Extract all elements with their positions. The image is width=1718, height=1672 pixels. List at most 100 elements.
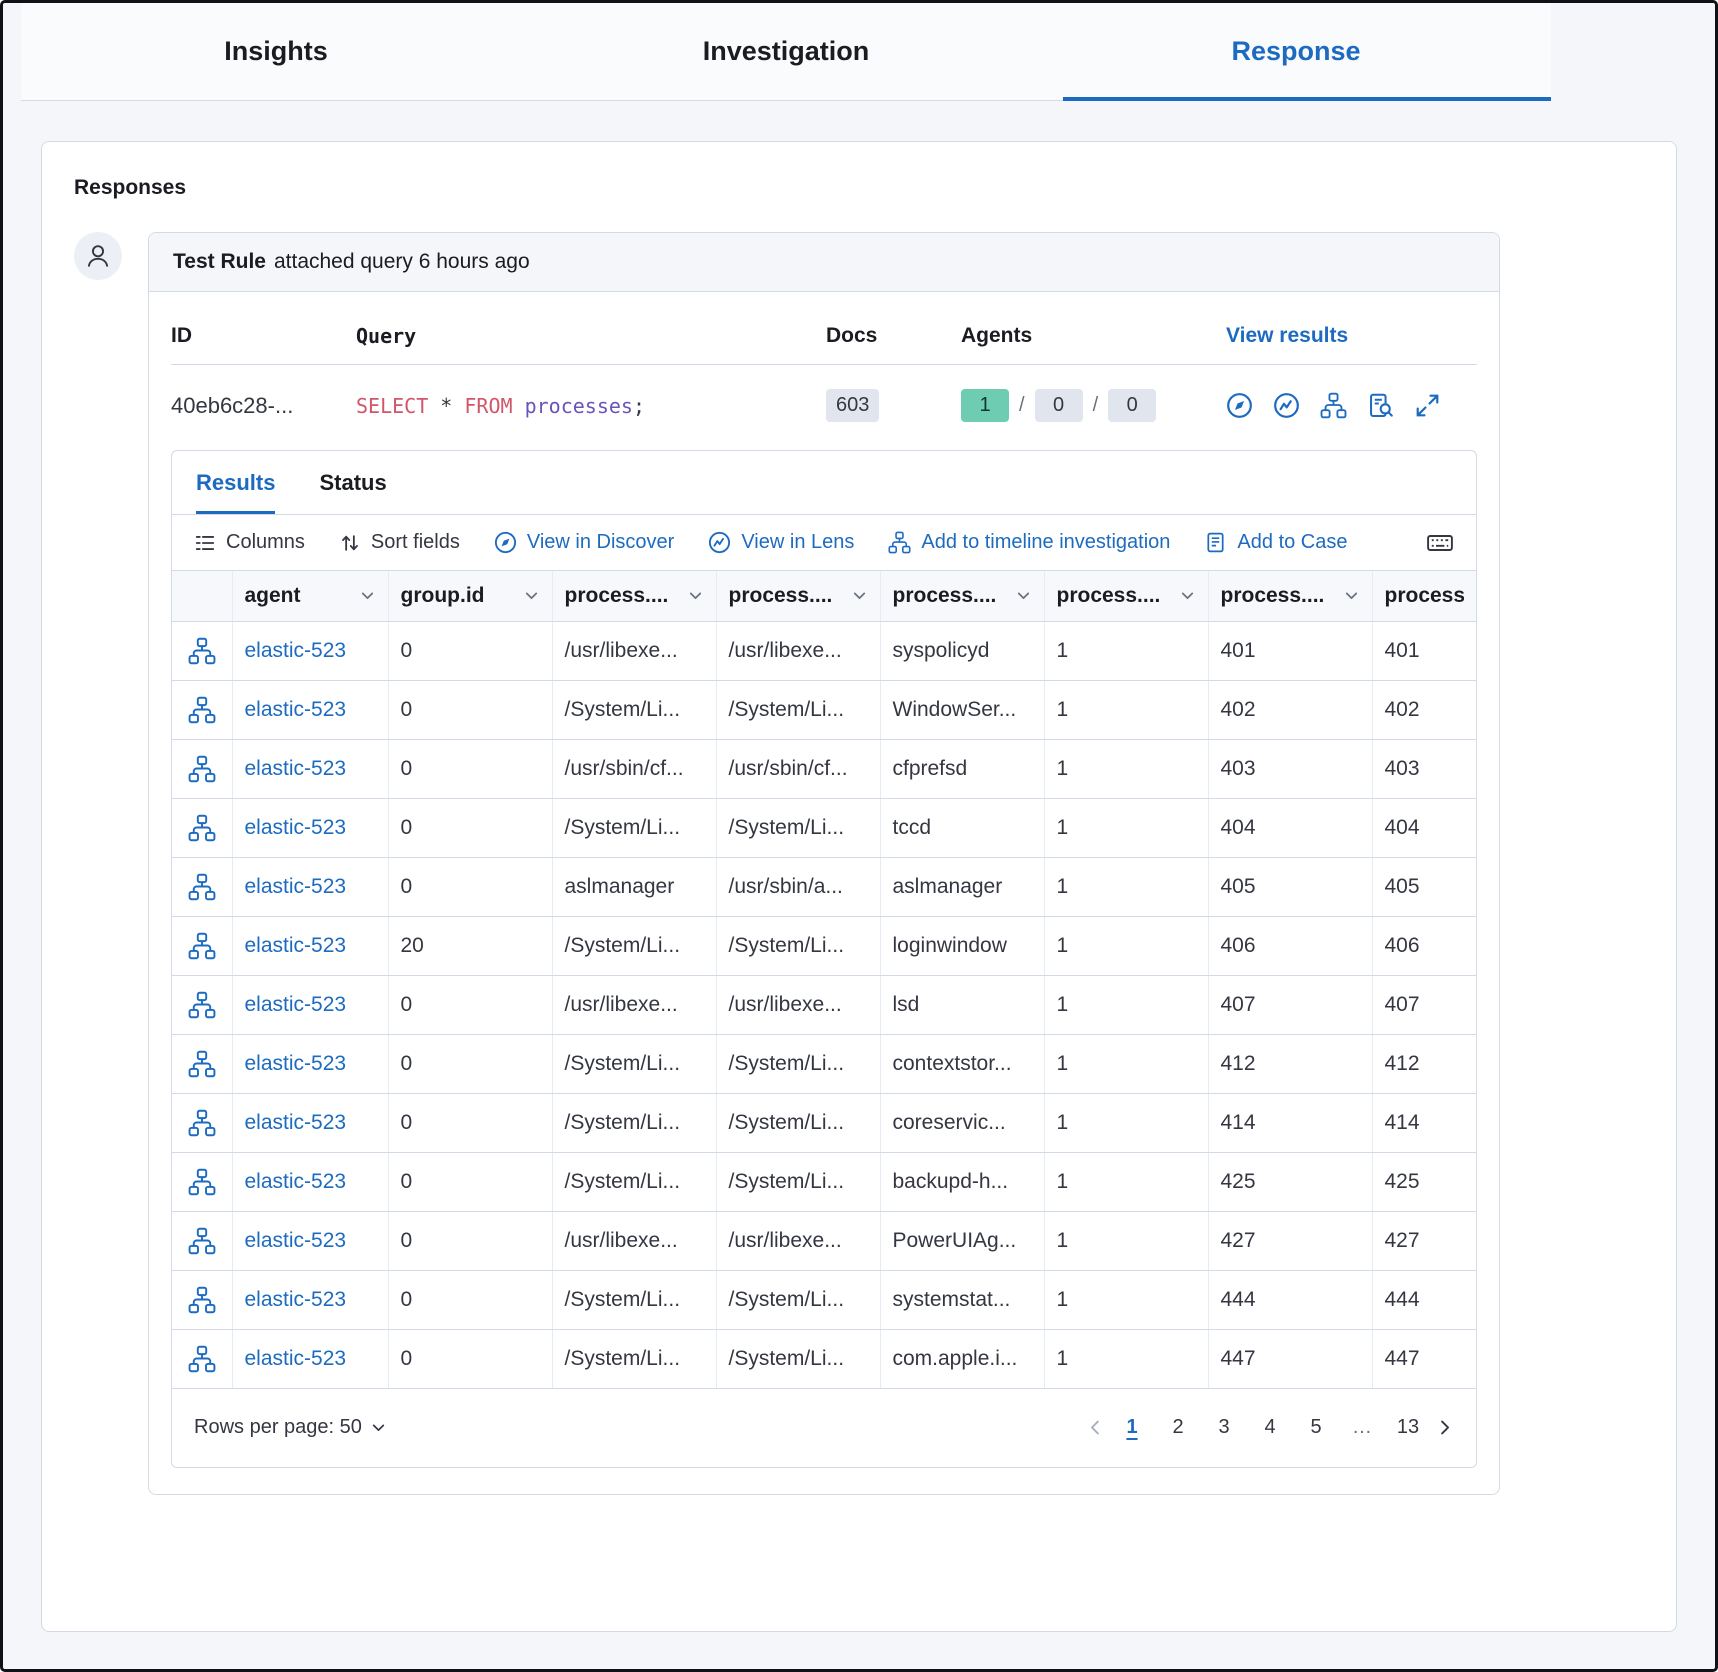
agent-link[interactable]: elastic-523 [232, 739, 388, 798]
grid-cell: 1 [1044, 1093, 1208, 1152]
grid-cell: coreservic... [880, 1093, 1044, 1152]
grid-cell: 407 [1208, 975, 1372, 1034]
view-in-lens-button[interactable]: View in Lens [708, 531, 854, 554]
agent-link[interactable]: elastic-523 [232, 798, 388, 857]
analyze-event-icon[interactable] [172, 1211, 232, 1270]
sort-fields-button[interactable]: Sort fields [339, 531, 460, 554]
grid-cell: /System/Li... [552, 1034, 716, 1093]
view-in-lens-icon[interactable] [1273, 392, 1300, 419]
agent-link[interactable]: elastic-523 [232, 857, 388, 916]
page-button-3[interactable]: 3 [1205, 1410, 1243, 1445]
agents-pending-badge: 0 [1035, 389, 1083, 422]
column-header-6-process[interactable]: process.... [1208, 571, 1372, 621]
inspect-results-icon[interactable] [1367, 392, 1394, 419]
tab-status[interactable]: Status [319, 451, 386, 514]
grid-cell: 403 [1372, 739, 1476, 798]
agent-link[interactable]: elastic-523 [232, 1034, 388, 1093]
grid-cell: /System/Li... [716, 1152, 880, 1211]
add-to-timeline-button[interactable]: Add to timeline investigation [888, 531, 1170, 554]
query-summary-header: ID Query Docs Agents View results [171, 314, 1477, 365]
results-panel: Results Status Columns Sort [171, 450, 1477, 1468]
page-button-1[interactable]: 1 [1113, 1410, 1151, 1445]
agent-link[interactable]: elastic-523 [232, 621, 388, 680]
agent-link[interactable]: elastic-523 [232, 1211, 388, 1270]
analyze-event-icon[interactable] [172, 1152, 232, 1211]
grid-toolbar: Columns Sort fields View in Discover [172, 515, 1476, 571]
analyze-event-icon[interactable] [172, 1329, 232, 1388]
tab-results[interactable]: Results [196, 451, 275, 514]
grid-cell: 0 [388, 680, 552, 739]
response-card-body: ID Query Docs Agents View results 40eb6c… [149, 292, 1499, 1494]
table-row: elastic-52320/System/Li.../System/Li...l… [172, 916, 1476, 975]
grid-cell: 0 [388, 739, 552, 798]
column-header-5-process[interactable]: process.... [1044, 571, 1208, 621]
page-button-13[interactable]: 13 [1389, 1410, 1427, 1445]
agent-link[interactable]: elastic-523 [232, 680, 388, 739]
grid-cell: /System/Li... [552, 1093, 716, 1152]
agent-link[interactable]: elastic-523 [232, 1270, 388, 1329]
add-to-timeline-icon[interactable] [1320, 392, 1347, 419]
analyze-event-icon[interactable] [172, 1093, 232, 1152]
grid-cell: 406 [1208, 916, 1372, 975]
column-header-7-process[interactable]: process.... [1372, 571, 1476, 621]
analyze-event-icon[interactable] [172, 739, 232, 798]
previous-page-icon[interactable] [1086, 1418, 1105, 1437]
rows-per-page-selector[interactable]: Rows per page: 50 [194, 1416, 387, 1439]
next-page-icon[interactable] [1435, 1418, 1454, 1437]
grid-cell: 0 [388, 857, 552, 916]
add-to-case-button[interactable]: Add to Case [1204, 531, 1347, 554]
comment-header: Test Ruleattached query 6 hours ago [149, 233, 1499, 292]
column-header-4-process[interactable]: process.... [880, 571, 1044, 621]
agent-link[interactable]: elastic-523 [232, 1329, 388, 1388]
grid-cell: 425 [1372, 1152, 1476, 1211]
column-header-2-process[interactable]: process.... [552, 571, 716, 621]
grid-cell: /usr/libexe... [552, 621, 716, 680]
app-window: Insights Investigation Response Response… [0, 0, 1718, 1672]
columns-button[interactable]: Columns [194, 531, 305, 554]
grid-cell: /System/Li... [716, 1093, 880, 1152]
keyboard-shortcuts-icon[interactable] [1426, 529, 1454, 557]
page-title: Responses [74, 176, 1644, 200]
column-header-1-groupid[interactable]: group.id [388, 571, 552, 621]
grid-cell: /System/Li... [716, 916, 880, 975]
grid-cell: /System/Li... [552, 1329, 716, 1388]
view-in-discover-button[interactable]: View in Discover [494, 531, 674, 554]
analyze-event-icon[interactable] [172, 975, 232, 1034]
grid-cell: 20 [388, 916, 552, 975]
expand-results-icon[interactable] [1414, 392, 1441, 419]
grid-cell: 0 [388, 1211, 552, 1270]
analyze-event-icon[interactable] [172, 857, 232, 916]
page-button-2[interactable]: 2 [1159, 1410, 1197, 1445]
page-button-4[interactable]: 4 [1251, 1410, 1289, 1445]
analyze-event-icon[interactable] [172, 798, 232, 857]
grid-cell: 404 [1372, 798, 1476, 857]
grid-cell: 447 [1372, 1329, 1476, 1388]
tab-response[interactable]: Response [1041, 3, 1551, 100]
analyze-event-icon[interactable] [172, 621, 232, 680]
docs-count-badge: 603 [826, 389, 879, 422]
grid-cell: /System/Li... [552, 1270, 716, 1329]
analyze-event-icon[interactable] [172, 916, 232, 975]
analyze-event-icon[interactable] [172, 1270, 232, 1329]
agent-link[interactable]: elastic-523 [232, 1152, 388, 1211]
results-tab-bar: Results Status [172, 451, 1476, 515]
sort-icon [339, 532, 361, 554]
grid-cell: /usr/libexe... [716, 621, 880, 680]
grid-cell: 0 [388, 1034, 552, 1093]
tab-investigation[interactable]: Investigation [531, 3, 1041, 100]
header-agents: Agents [961, 324, 1226, 348]
tab-insights[interactable]: Insights [21, 3, 531, 100]
grid-cell: 0 [388, 1152, 552, 1211]
analyze-event-icon[interactable] [172, 1034, 232, 1093]
view-in-discover-icon[interactable] [1226, 392, 1253, 419]
column-header-0-agent[interactable]: agent [232, 571, 388, 621]
control-column-header [172, 571, 232, 621]
grid-cell: /System/Li... [552, 680, 716, 739]
agent-link[interactable]: elastic-523 [232, 975, 388, 1034]
agent-link[interactable]: elastic-523 [232, 1093, 388, 1152]
column-header-3-process[interactable]: process.... [716, 571, 880, 621]
grid-cell: /System/Li... [716, 798, 880, 857]
analyze-event-icon[interactable] [172, 680, 232, 739]
agent-link[interactable]: elastic-523 [232, 916, 388, 975]
page-button-5[interactable]: 5 [1297, 1410, 1335, 1445]
